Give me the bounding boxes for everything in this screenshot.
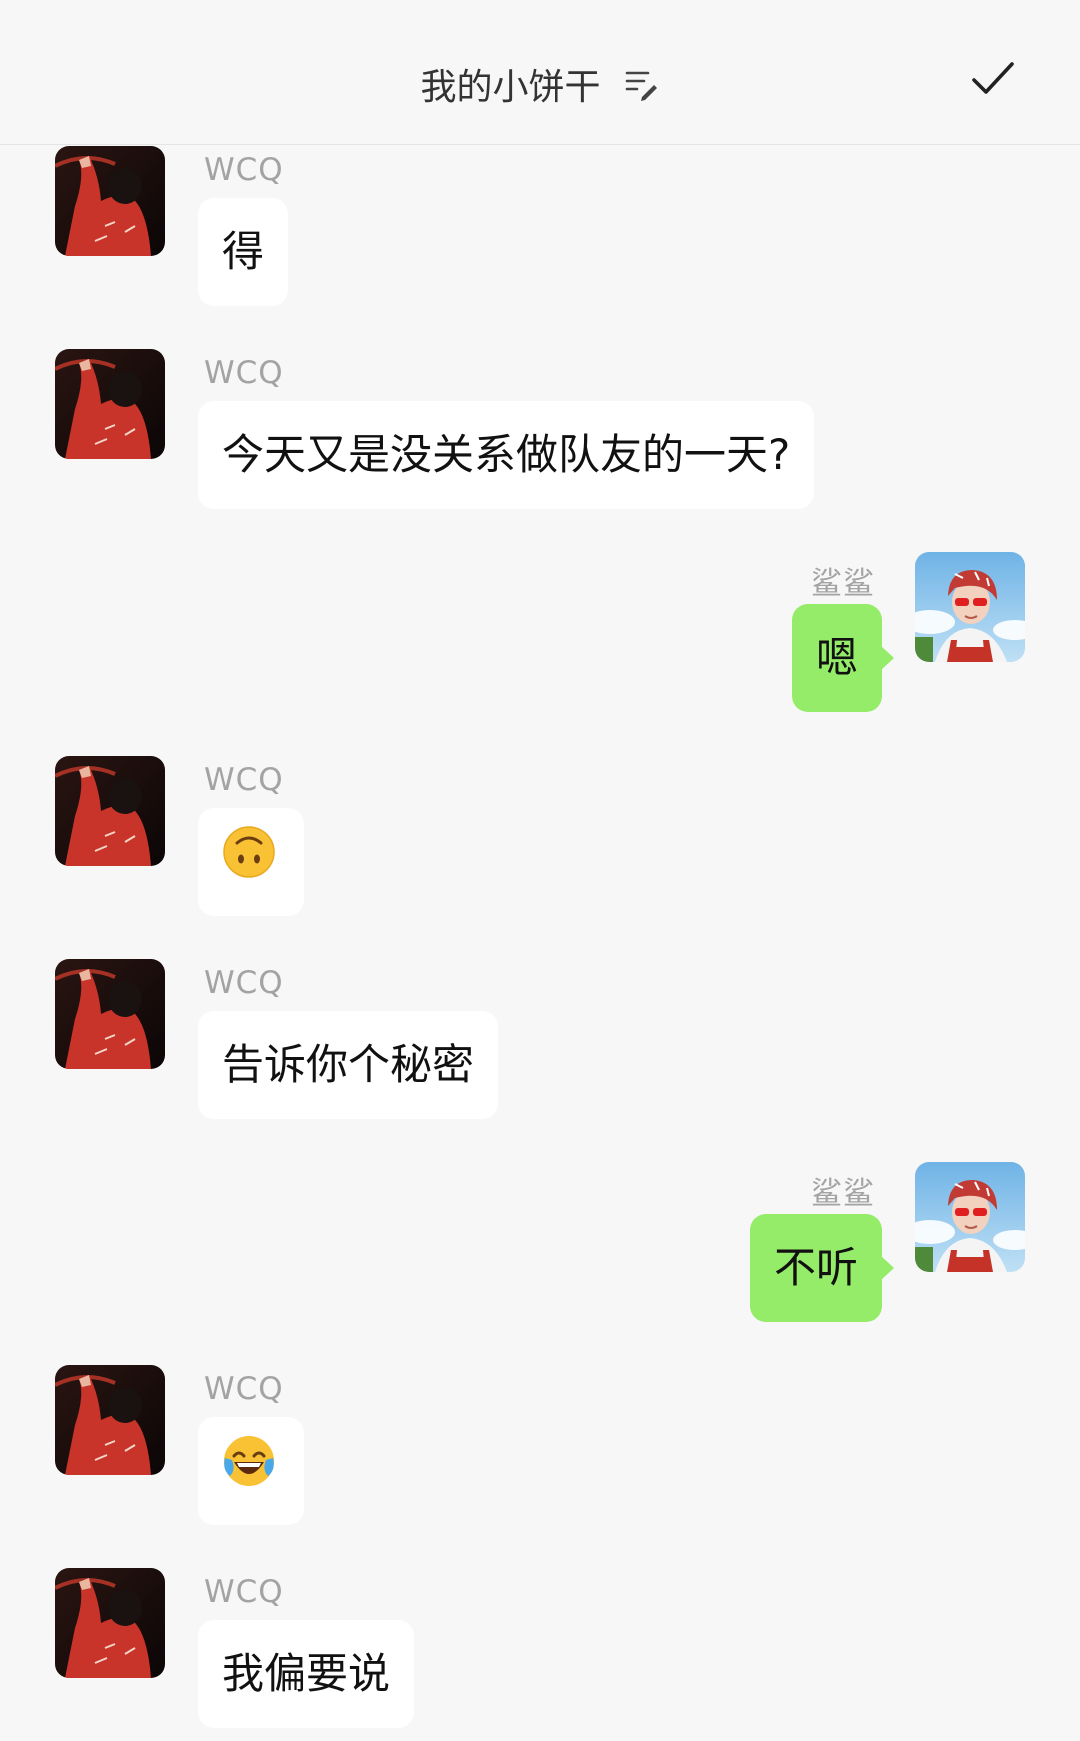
avatar[interactable] — [55, 1568, 165, 1678]
sender-name: WCQ — [204, 1574, 284, 1610]
checkmark-icon[interactable] — [970, 60, 1016, 100]
message-bubble[interactable]: 我偏要说 — [198, 1620, 415, 1728]
chat-title[interactable]: 我的小饼干 — [420, 58, 600, 110]
avatar[interactable] — [55, 959, 165, 1069]
avatar[interactable] — [55, 756, 165, 866]
title-group: 我的小饼干 — [0, 58, 1080, 110]
avatar[interactable] — [915, 1162, 1025, 1272]
message-bubble[interactable] — [198, 808, 304, 916]
avatar[interactable] — [55, 146, 165, 256]
edit-list-icon[interactable] — [624, 66, 660, 102]
message-bubble[interactable]: 告诉你个秘密 — [198, 1011, 499, 1119]
sender-name: WCQ — [204, 1371, 284, 1407]
sender-name: WCQ — [204, 762, 284, 798]
upside-down-face-emoji — [222, 811, 276, 919]
sender-name: WCQ — [204, 965, 284, 1001]
message-bubble[interactable]: 嗯 — [791, 604, 895, 712]
sender-name: 鲨鲨 — [811, 566, 875, 602]
sender-name: WCQ — [204, 355, 284, 391]
tears-of-joy-emoji — [222, 1420, 276, 1528]
avatar[interactable] — [55, 1365, 165, 1475]
chat-header: 我的小饼干 — [0, 0, 1080, 145]
message-bubble[interactable]: 得 — [198, 198, 289, 306]
avatar[interactable] — [55, 349, 165, 459]
avatar[interactable] — [915, 552, 1025, 662]
sender-name: WCQ — [204, 152, 284, 188]
message-bubble[interactable]: 不听 — [749, 1214, 895, 1322]
sender-name: 鲨鲨 — [811, 1176, 875, 1212]
message-bubble[interactable] — [198, 1417, 304, 1525]
message-bubble[interactable]: 今天又是没关系做队友的一天? — [198, 401, 815, 509]
